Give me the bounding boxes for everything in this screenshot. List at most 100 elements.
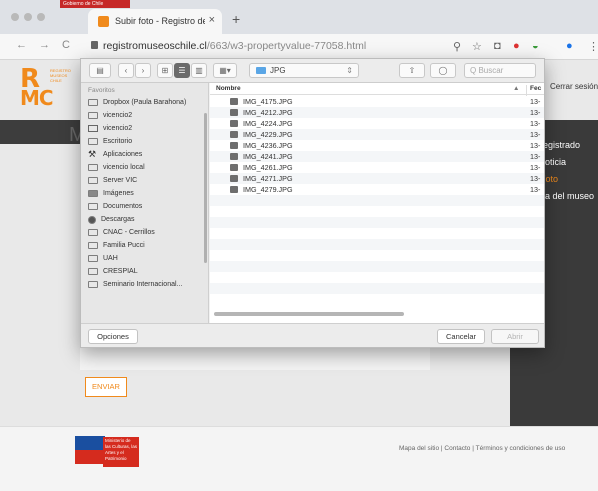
logo-small-text: REGISTRO MUSEOS CHILE — [50, 68, 71, 83]
sort-ascending-icon[interactable]: ▲ — [513, 85, 519, 92]
sidebar-item-crespial[interactable]: CRESPIAL — [88, 266, 138, 277]
view-columns-button[interactable]: ▥ — [191, 63, 207, 78]
file-date: 13- — [530, 97, 541, 106]
file-row[interactable]: IMG_4236.JPG 13- — [210, 140, 544, 151]
folder-popup[interactable]: JPG ⇕ — [249, 63, 359, 78]
folder-icon — [256, 67, 266, 74]
file-row[interactable]: IMG_4241.JPG 13- — [210, 151, 544, 162]
reload-button[interactable]: C — [62, 39, 70, 51]
view-gallery-button[interactable]: ▦▾ — [213, 63, 237, 78]
file-row[interactable]: IMG_4279.JPG 13- — [210, 184, 544, 195]
star-icon[interactable]: ☆ — [472, 40, 482, 53]
sidebar-item-seminario[interactable]: Seminario Internacional... — [88, 279, 182, 290]
dialog-footer: Opciones Cancelar Abrir — [81, 323, 544, 347]
forward-button[interactable]: → — [39, 39, 50, 51]
sidebar-item-vicencio2[interactable]: vicencio2 — [88, 110, 132, 121]
footer-links[interactable]: Mapa del sitio | Contacto | Términos y c… — [399, 445, 565, 452]
file-date: 13- — [530, 119, 541, 128]
file-list-header: Nombre ▲ Fec — [210, 83, 544, 96]
tag-button[interactable]: ◯ — [430, 63, 456, 78]
extension-icon[interactable]: ◒ — [532, 40, 539, 52]
new-tab-button[interactable]: + — [232, 11, 240, 27]
empty-row — [210, 228, 544, 239]
adblock-icon[interactable]: ● — [513, 40, 520, 52]
zoom-window-icon[interactable] — [37, 13, 45, 21]
file-row[interactable]: IMG_4261.JPG 13- — [210, 162, 544, 173]
site-favicon-icon — [98, 16, 109, 27]
file-name: IMG_4212.JPG — [243, 108, 293, 117]
empty-row — [210, 283, 544, 294]
folder-icon — [88, 281, 98, 288]
file-name: IMG_4236.JPG — [243, 141, 293, 150]
browser-tab[interactable]: Subir foto - Registro de Museo × — [88, 9, 222, 34]
folder-icon — [88, 255, 98, 262]
minimize-window-icon[interactable] — [24, 13, 32, 21]
horizontal-scrollbar[interactable] — [214, 312, 404, 316]
sidebar-item-label: Dropbox (Paula Barahona) — [103, 99, 187, 106]
sidebar-toggle-button[interactable]: ▤ — [89, 63, 111, 78]
sidebar-item-label: vicencio2 — [103, 112, 133, 119]
sidebar-item-cnac[interactable]: CNAC - Cerrillos — [88, 227, 155, 238]
close-window-icon[interactable] — [11, 13, 19, 21]
column-name-header[interactable]: Nombre — [216, 85, 241, 92]
enviar-button[interactable]: ENVIAR — [85, 377, 127, 397]
file-open-dialog: ▤ ‹ › ⊞ ☰ ▥ ▦▾ JPG ⇕ ⇧ ◯ Q Buscar Favorit… — [80, 58, 545, 348]
lock-icon[interactable] — [91, 41, 98, 49]
file-row[interactable]: IMG_4271.JPG 13- — [210, 173, 544, 184]
options-button[interactable]: Opciones — [88, 329, 138, 344]
image-file-icon — [230, 109, 238, 116]
dialog-search-input[interactable]: Q Buscar — [464, 63, 536, 78]
logout-link[interactable]: Cerrar sesión — [550, 82, 598, 91]
sidebar-link-museo[interactable]: na del museo — [540, 191, 594, 201]
sidebar-item-server-vic[interactable]: Server VIC — [88, 175, 137, 186]
column-date-header[interactable]: Fec — [526, 85, 541, 96]
address-row: ← → C registromuseoschile.cl/663/w3-prop… — [0, 34, 598, 60]
file-name: IMG_4279.JPG — [243, 185, 293, 194]
tab-close-icon[interactable]: × — [209, 14, 215, 26]
view-list-button[interactable]: ☰ — [174, 63, 190, 78]
open-button[interactable]: Abrir — [491, 329, 539, 344]
sidebar-item-label: Descargas — [101, 216, 135, 223]
sidebar-item-vicencio2-home[interactable]: vicencio2 — [88, 123, 132, 134]
sidebar-item-label: Imágenes — [103, 190, 134, 197]
sidebar-item-dropbox[interactable]: Dropbox (Paula Barahona) — [88, 97, 186, 108]
zoom-icon[interactable]: ⚲ — [453, 40, 461, 53]
sidebar-item-imagenes[interactable]: Imágenes — [88, 188, 134, 199]
file-date: 13- — [530, 108, 541, 117]
sidebar-item-familia-pucci[interactable]: Familia Pucci — [88, 240, 145, 251]
rmc-logo[interactable]: R MC REGISTRO MUSEOS CHILE — [20, 66, 71, 110]
sidebar-item-vicencio-local[interactable]: vicencio local — [88, 162, 145, 173]
view-icons-button[interactable]: ⊞ — [157, 63, 173, 78]
file-name: IMG_4175.JPG — [243, 97, 293, 106]
sidebar-item-documentos[interactable]: Documentos — [88, 201, 142, 212]
sidebar-scrollbar[interactable] — [204, 113, 207, 263]
menu-icon[interactable]: ⋮ — [588, 40, 598, 53]
sidebar-item-aplicaciones[interactable]: ⚒ Aplicaciones — [88, 149, 142, 160]
camera-icon[interactable]: ◘ — [494, 40, 501, 52]
dialog-back-button[interactable]: ‹ — [118, 63, 134, 78]
share-button[interactable]: ⇧ — [399, 63, 425, 78]
sidebar-item-escritorio[interactable]: Escritorio — [88, 136, 132, 147]
cancel-button[interactable]: Cancelar — [437, 329, 485, 344]
file-date: 13- — [530, 163, 541, 172]
image-file-icon — [230, 153, 238, 160]
desktop-icon — [88, 138, 98, 145]
address-bar[interactable]: registromuseoschile.cl/663/w3-propertyva… — [103, 40, 366, 52]
image-file-icon — [230, 98, 238, 105]
file-row[interactable]: IMG_4175.JPG 13- — [210, 96, 544, 107]
sidebar-item-descargas[interactable]: Descargas — [88, 214, 134, 225]
file-row[interactable]: IMG_4229.JPG 13- — [210, 129, 544, 140]
sidebar-link-registrado[interactable]: registrado — [540, 140, 580, 150]
favorites-heading: Favoritos — [88, 87, 115, 94]
folder-icon — [88, 99, 98, 106]
profile-icon[interactable]: ● — [566, 40, 573, 52]
file-row[interactable]: IMG_4212.JPG 13- — [210, 107, 544, 118]
dialog-forward-button[interactable]: › — [135, 63, 151, 78]
documents-icon — [88, 203, 98, 210]
file-row[interactable]: IMG_4224.JPG 13- — [210, 118, 544, 129]
sidebar-item-label: Familia Pucci — [103, 242, 145, 249]
back-button[interactable]: ← — [16, 39, 27, 51]
sidebar-item-label: Seminario Internacional... — [103, 281, 183, 288]
sidebar-item-uah[interactable]: UAH — [88, 253, 118, 264]
gov-top-strip: Gobierno de Chile — [60, 0, 130, 8]
